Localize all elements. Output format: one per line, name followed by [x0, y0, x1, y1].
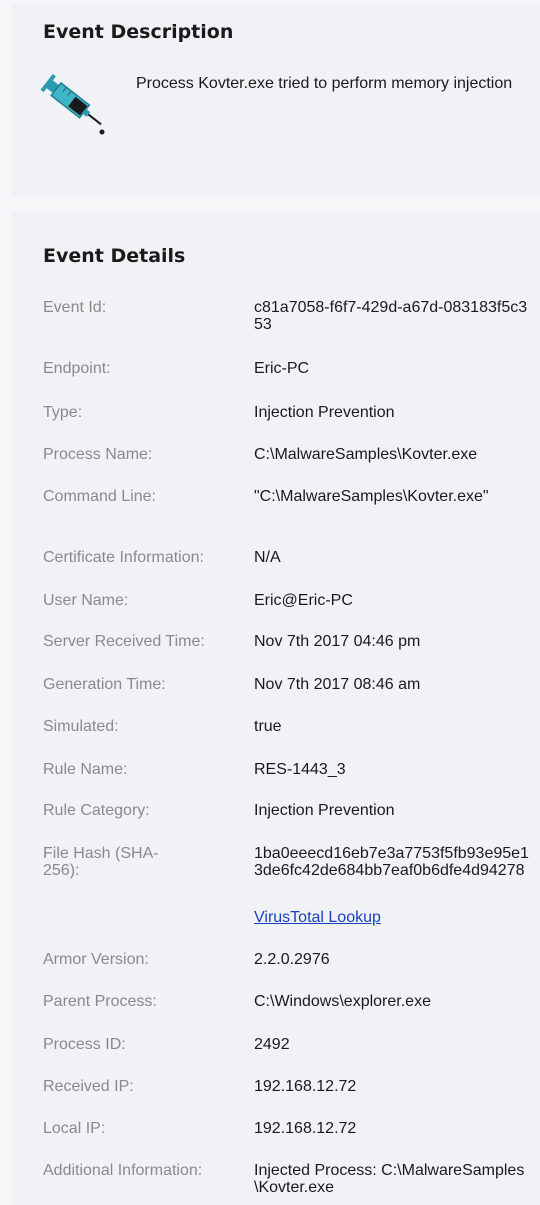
endpoint-value: Eric-PC: [254, 360, 310, 377]
event-id-label: Event Id:: [43, 299, 107, 316]
process-name-value: C:\MalwareSamples\Kovter.exe: [254, 446, 478, 463]
generation-time-label: Generation Time:: [43, 676, 166, 693]
user-name-value: Eric@Eric-PC: [254, 592, 353, 609]
received-ip-label: Received IP:: [43, 1078, 134, 1095]
event-details-title: Event Details: [43, 245, 186, 267]
process-id-label: Process ID:: [43, 1036, 126, 1053]
event-details-panel: Event Details Event Id: c81a7058-f6f7-42…: [12, 212, 540, 1205]
parent-process-value: C:\Windows\explorer.exe: [254, 993, 431, 1010]
certificate-information-value: N/A: [254, 549, 281, 566]
received-ip-value: 192.168.12.72: [254, 1078, 357, 1095]
local-ip-label: Local IP:: [43, 1120, 106, 1137]
simulated-value: true: [254, 718, 282, 735]
additional-information-label: Additional Information:: [43, 1162, 203, 1179]
event-description-text: Process Kovter.exe tried to perform memo…: [136, 75, 513, 92]
certificate-information-label: Certificate Information:: [43, 549, 204, 566]
rule-name-value: RES-1443_3: [254, 761, 346, 778]
armor-version-label: Armor Version:: [43, 951, 149, 968]
process-name-label: Process Name:: [43, 446, 153, 463]
syringe-icon: [38, 72, 112, 136]
type-label: Type:: [43, 404, 83, 421]
event-id-value: c81a7058-f6f7-429d-a67d-083183f5c353: [254, 299, 528, 333]
rule-category-value: Injection Prevention: [254, 802, 395, 819]
additional-information-value: Injected Process: C:\MalwareSamples\Kovt…: [254, 1162, 525, 1196]
command-line-label: Command Line:: [43, 488, 156, 505]
simulated-label: Simulated:: [43, 718, 119, 735]
endpoint-label: Endpoint:: [43, 360, 111, 377]
local-ip-value: 192.168.12.72: [254, 1120, 357, 1137]
server-received-time-label: Server Received Time:: [43, 633, 205, 650]
type-value: Injection Prevention: [254, 404, 395, 421]
parent-process-label: Parent Process:: [43, 993, 157, 1010]
server-received-time-value: Nov 7th 2017 04:46 pm: [254, 633, 421, 650]
file-hash-value: 1ba0eeecd16eb7e3a7753f5fb93e95e13de6fc42…: [254, 845, 529, 879]
process-id-value: 2492: [254, 1036, 290, 1053]
event-description-title: Event Description: [43, 21, 234, 43]
command-line-value: "C:\MalwareSamples\Kovter.exe": [254, 488, 489, 505]
rule-name-label: Rule Name:: [43, 761, 128, 778]
rule-category-label: Rule Category:: [43, 802, 150, 819]
user-name-label: User Name:: [43, 592, 129, 609]
event-description-panel: Event Description Process Kovter.exe tri…: [12, 4, 540, 197]
file-hash-label: File Hash (SHA-256):: [43, 845, 159, 879]
generation-time-value: Nov 7th 2017 08:46 am: [254, 676, 421, 693]
armor-version-value: 2.2.0.2976: [254, 951, 330, 968]
virustotal-lookup-link[interactable]: VirusTotal Lookup: [254, 909, 381, 926]
